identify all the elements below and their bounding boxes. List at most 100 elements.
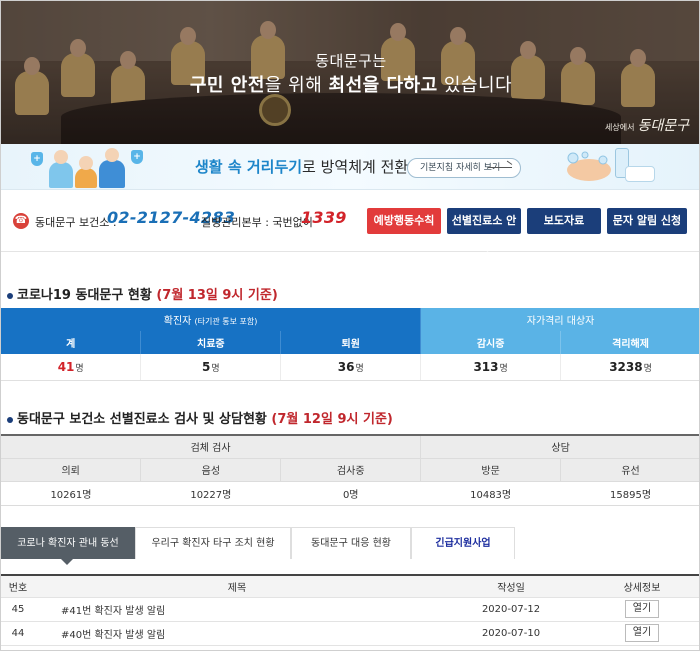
hero-headline: 구민 안전을 위해 최선을 다하고 있습니다 bbox=[1, 71, 699, 97]
prevention-rules-button[interactable]: 예방행동수칙 bbox=[367, 208, 441, 234]
distancing-banner[interactable]: + + 생활 속 거리두기로 방역체계 전환 기본지침 자세히 보기 bbox=[1, 144, 699, 190]
active-tab-caret-icon bbox=[61, 559, 73, 565]
value-unit: 명 bbox=[499, 363, 508, 374]
row-action: 열기 bbox=[583, 621, 699, 646]
row-title[interactable]: #40번 확진자 발생 알림 bbox=[35, 621, 439, 646]
hand-washing-icon bbox=[567, 151, 611, 181]
status-section-title: 코로나19 동대문구 현황 (7월 13일 9시 기준) bbox=[7, 284, 278, 303]
row-number: 45 bbox=[1, 597, 35, 622]
screening-value: 15895명 bbox=[560, 481, 699, 506]
table-row: 45 #41번 확진자 발생 알림 2020-07-12 열기 bbox=[1, 597, 699, 622]
screening-value: 10483명 bbox=[420, 481, 561, 506]
column-header: 의뢰 bbox=[1, 458, 142, 482]
released-value: 3238명 bbox=[560, 354, 699, 381]
hero-headline-thin: 있습니다 bbox=[437, 75, 513, 96]
value-number: 41 bbox=[57, 359, 75, 374]
figure bbox=[75, 156, 97, 188]
figure bbox=[49, 150, 73, 188]
shield-icon: + bbox=[31, 152, 43, 166]
logo-small-text: 세상에서 bbox=[605, 123, 635, 132]
value-number: 36 bbox=[337, 359, 355, 374]
health-center-label: 동대문구 보건소 : bbox=[35, 216, 117, 229]
discharged-value: 36명 bbox=[280, 354, 422, 381]
confirmed-header-note: (타기관 통보 포함) bbox=[194, 317, 258, 326]
row-number: 44 bbox=[1, 621, 35, 646]
page: 동대문구는 구민 안전을 위해 최선을 다하고 있습니다 세상에서 동대문구 + … bbox=[0, 0, 700, 651]
screening-title-date: (7월 12일 9시 기준) bbox=[271, 412, 393, 427]
tab-patient-routes[interactable]: 코로나 확진자 관내 동선 bbox=[1, 527, 135, 559]
hero-headline-thin: 을 위해 bbox=[264, 75, 329, 96]
column-header: 음성 bbox=[140, 458, 282, 482]
column-header: 격리해제 bbox=[560, 331, 699, 354]
value-number: 3238 bbox=[609, 359, 643, 374]
row-date: 2020-07-12 bbox=[439, 597, 583, 622]
logo-text: 동대문구 bbox=[637, 118, 689, 134]
list-header: 제목 bbox=[35, 575, 439, 598]
family-illustration-icon: + + bbox=[31, 148, 151, 188]
hero-banner: 동대문구는 구민 안전을 위해 최선을 다하고 있습니다 세상에서 동대문구 bbox=[1, 1, 699, 144]
row-action: 열기 bbox=[583, 597, 699, 622]
hero-headline-bold: 구민 안전 bbox=[189, 75, 265, 96]
screening-value: 10261명 bbox=[1, 481, 141, 506]
hero-subtitle: 동대문구는 bbox=[315, 52, 387, 70]
guideline-button-label: 기본지침 자세히 보기 bbox=[420, 163, 501, 173]
column-header: 유선 bbox=[560, 458, 699, 482]
column-header: 검사중 bbox=[280, 458, 422, 482]
status-title-text: 코로나19 동대문구 현황 bbox=[17, 288, 152, 303]
column-header: 방문 bbox=[420, 458, 562, 482]
banner-text: 생활 속 거리두기로 방역체계 전환 bbox=[195, 156, 408, 177]
table-row: 44 #40번 확진자 발생 알림 2020-07-10 열기 bbox=[1, 621, 699, 646]
hero-headline-bold: 최선을 다하고 bbox=[328, 75, 438, 96]
screening-clinic-button[interactable]: 선별진료소 안내 bbox=[447, 208, 521, 253]
value-number: 313 bbox=[473, 359, 499, 374]
confirmed-header-text: 확진자 bbox=[163, 316, 192, 327]
total-value: 41명 bbox=[1, 354, 142, 381]
guideline-detail-button[interactable]: 기본지침 자세히 보기 bbox=[407, 158, 521, 178]
open-button[interactable]: 열기 bbox=[625, 624, 659, 642]
column-header: 계 bbox=[1, 331, 142, 354]
figure bbox=[99, 148, 125, 188]
mask-icon bbox=[625, 166, 655, 182]
test-header: 검체 검사 bbox=[1, 435, 422, 459]
phone-icon: ☎ bbox=[13, 213, 29, 229]
monitoring-value: 313명 bbox=[420, 354, 562, 381]
confirmed-header: 확진자 (타기관 통보 포함) bbox=[1, 308, 422, 331]
tab-other-district-measures[interactable]: 우리구 확진자 타구 조치 현황 bbox=[135, 527, 291, 559]
value-unit: 명 bbox=[643, 363, 652, 374]
open-button[interactable]: 열기 bbox=[625, 600, 659, 618]
column-header: 감시중 bbox=[420, 331, 562, 354]
value-number: 5 bbox=[202, 359, 211, 374]
treating-value: 5명 bbox=[140, 354, 282, 381]
screening-section-title: 동대문구 보건소 선별진료소 검사 및 상담현황 (7월 12일 9시 기준) bbox=[7, 408, 393, 427]
screening-value: 10227명 bbox=[140, 481, 281, 506]
sms-alert-button[interactable]: 문자 알림 신청 bbox=[607, 208, 687, 234]
value-unit: 명 bbox=[211, 363, 220, 374]
row-title[interactable]: #41번 확진자 발생 알림 bbox=[35, 597, 439, 622]
notice-list: 번호 제목 작성일 상세정보 45 #41번 확진자 발생 알림 2020-07… bbox=[1, 574, 699, 646]
tab-response-status[interactable]: 동대문구 대응 현황 bbox=[291, 527, 411, 559]
contact-bar: ☎ 동대문구 보건소 : 02-2127-4283 질병관리본부 : 국번없이 … bbox=[1, 190, 699, 253]
list-header: 작성일 bbox=[439, 575, 583, 598]
value-unit: 명 bbox=[355, 363, 364, 374]
quarantine-header: 자가격리 대상자 bbox=[420, 308, 699, 331]
district-logo[interactable]: 세상에서 동대문구 bbox=[605, 115, 689, 135]
consult-header: 상담 bbox=[420, 435, 699, 459]
bullet-icon bbox=[7, 416, 13, 423]
tab-bar: 코로나 확진자 관내 동선 우리구 확진자 타구 조치 현황 동대문구 대응 현… bbox=[1, 527, 699, 559]
arrow-right-icon bbox=[488, 167, 512, 168]
banner-text-highlight: 생활 속 거리두기 bbox=[195, 158, 303, 176]
row-date: 2020-07-10 bbox=[439, 621, 583, 646]
press-release-button[interactable]: 보도자료 bbox=[527, 208, 601, 234]
kcdc-phone[interactable]: 1339 bbox=[301, 208, 347, 227]
column-header: 퇴원 bbox=[280, 331, 422, 354]
screening-table: 검체 검사 상담 의뢰 음성 검사중 방문 유선 10261명 10227명 0… bbox=[1, 434, 699, 506]
list-header: 번호 bbox=[1, 575, 35, 598]
tab-emergency-support[interactable]: 긴급지원사업 bbox=[411, 527, 515, 559]
screening-title-text: 동대문구 보건소 선별진료소 검사 및 상담현황 bbox=[17, 412, 267, 427]
status-title-date: (7월 13일 9시 기준) bbox=[156, 288, 278, 303]
column-header: 치료중 bbox=[140, 331, 282, 354]
value-unit: 명 bbox=[75, 363, 84, 374]
shield-icon: + bbox=[131, 150, 143, 164]
list-header: 상세정보 bbox=[583, 575, 699, 598]
bullet-icon bbox=[7, 292, 13, 299]
